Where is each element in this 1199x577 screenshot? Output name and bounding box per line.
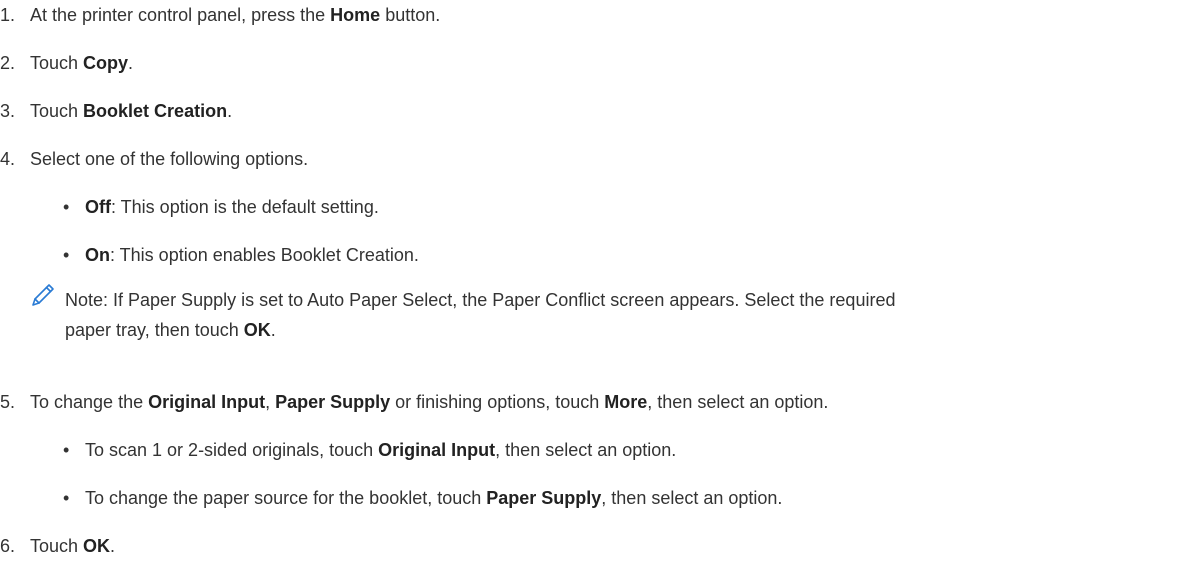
ui-term: On [85, 245, 110, 265]
ui-term: Paper Supply [486, 488, 602, 508]
step-number: 5. [0, 392, 16, 412]
ui-term: OK [243, 320, 271, 340]
note-line-1: Note: If Paper Supply is set to Auto Pap… [65, 290, 896, 310]
bullet: • [63, 197, 70, 217]
step-text: Touch Copy. [30, 53, 134, 73]
ui-term: Original Input [378, 440, 496, 460]
ui-term: Copy [83, 53, 129, 73]
step-text: Touch Booklet Creation. [30, 101, 233, 121]
step-number: 1. [0, 5, 16, 25]
step-number: 2. [0, 53, 16, 73]
step-number: 6. [0, 536, 16, 556]
step-text: Select one of the following options. [30, 149, 309, 169]
note: Note: If Paper Supply is set to Auto Pap… [65, 287, 1199, 343]
ui-term: Off [85, 197, 111, 217]
ui-term: More [604, 392, 648, 412]
pencil-icon [32, 284, 54, 306]
ui-term: Paper Supply [275, 392, 391, 412]
bullet: • [63, 245, 70, 265]
step-number: 3. [0, 101, 16, 121]
step-text: To change the Original Input, Paper Supp… [30, 392, 829, 412]
instruction-document: 1. At the printer control panel, press t… [0, 0, 1199, 577]
step-text: At the printer control panel, press the … [30, 5, 441, 25]
ui-term: OK [83, 536, 111, 556]
bullet: • [63, 488, 70, 508]
ui-term: Original Input [148, 392, 266, 412]
step-text: Touch OK. [30, 536, 116, 556]
ui-term: Booklet Creation [83, 101, 228, 121]
bullet: • [63, 440, 70, 460]
step-number: 4. [0, 149, 16, 169]
ui-term: Home [330, 5, 381, 25]
note-line-2: paper tray, then touch OK. [65, 320, 276, 340]
